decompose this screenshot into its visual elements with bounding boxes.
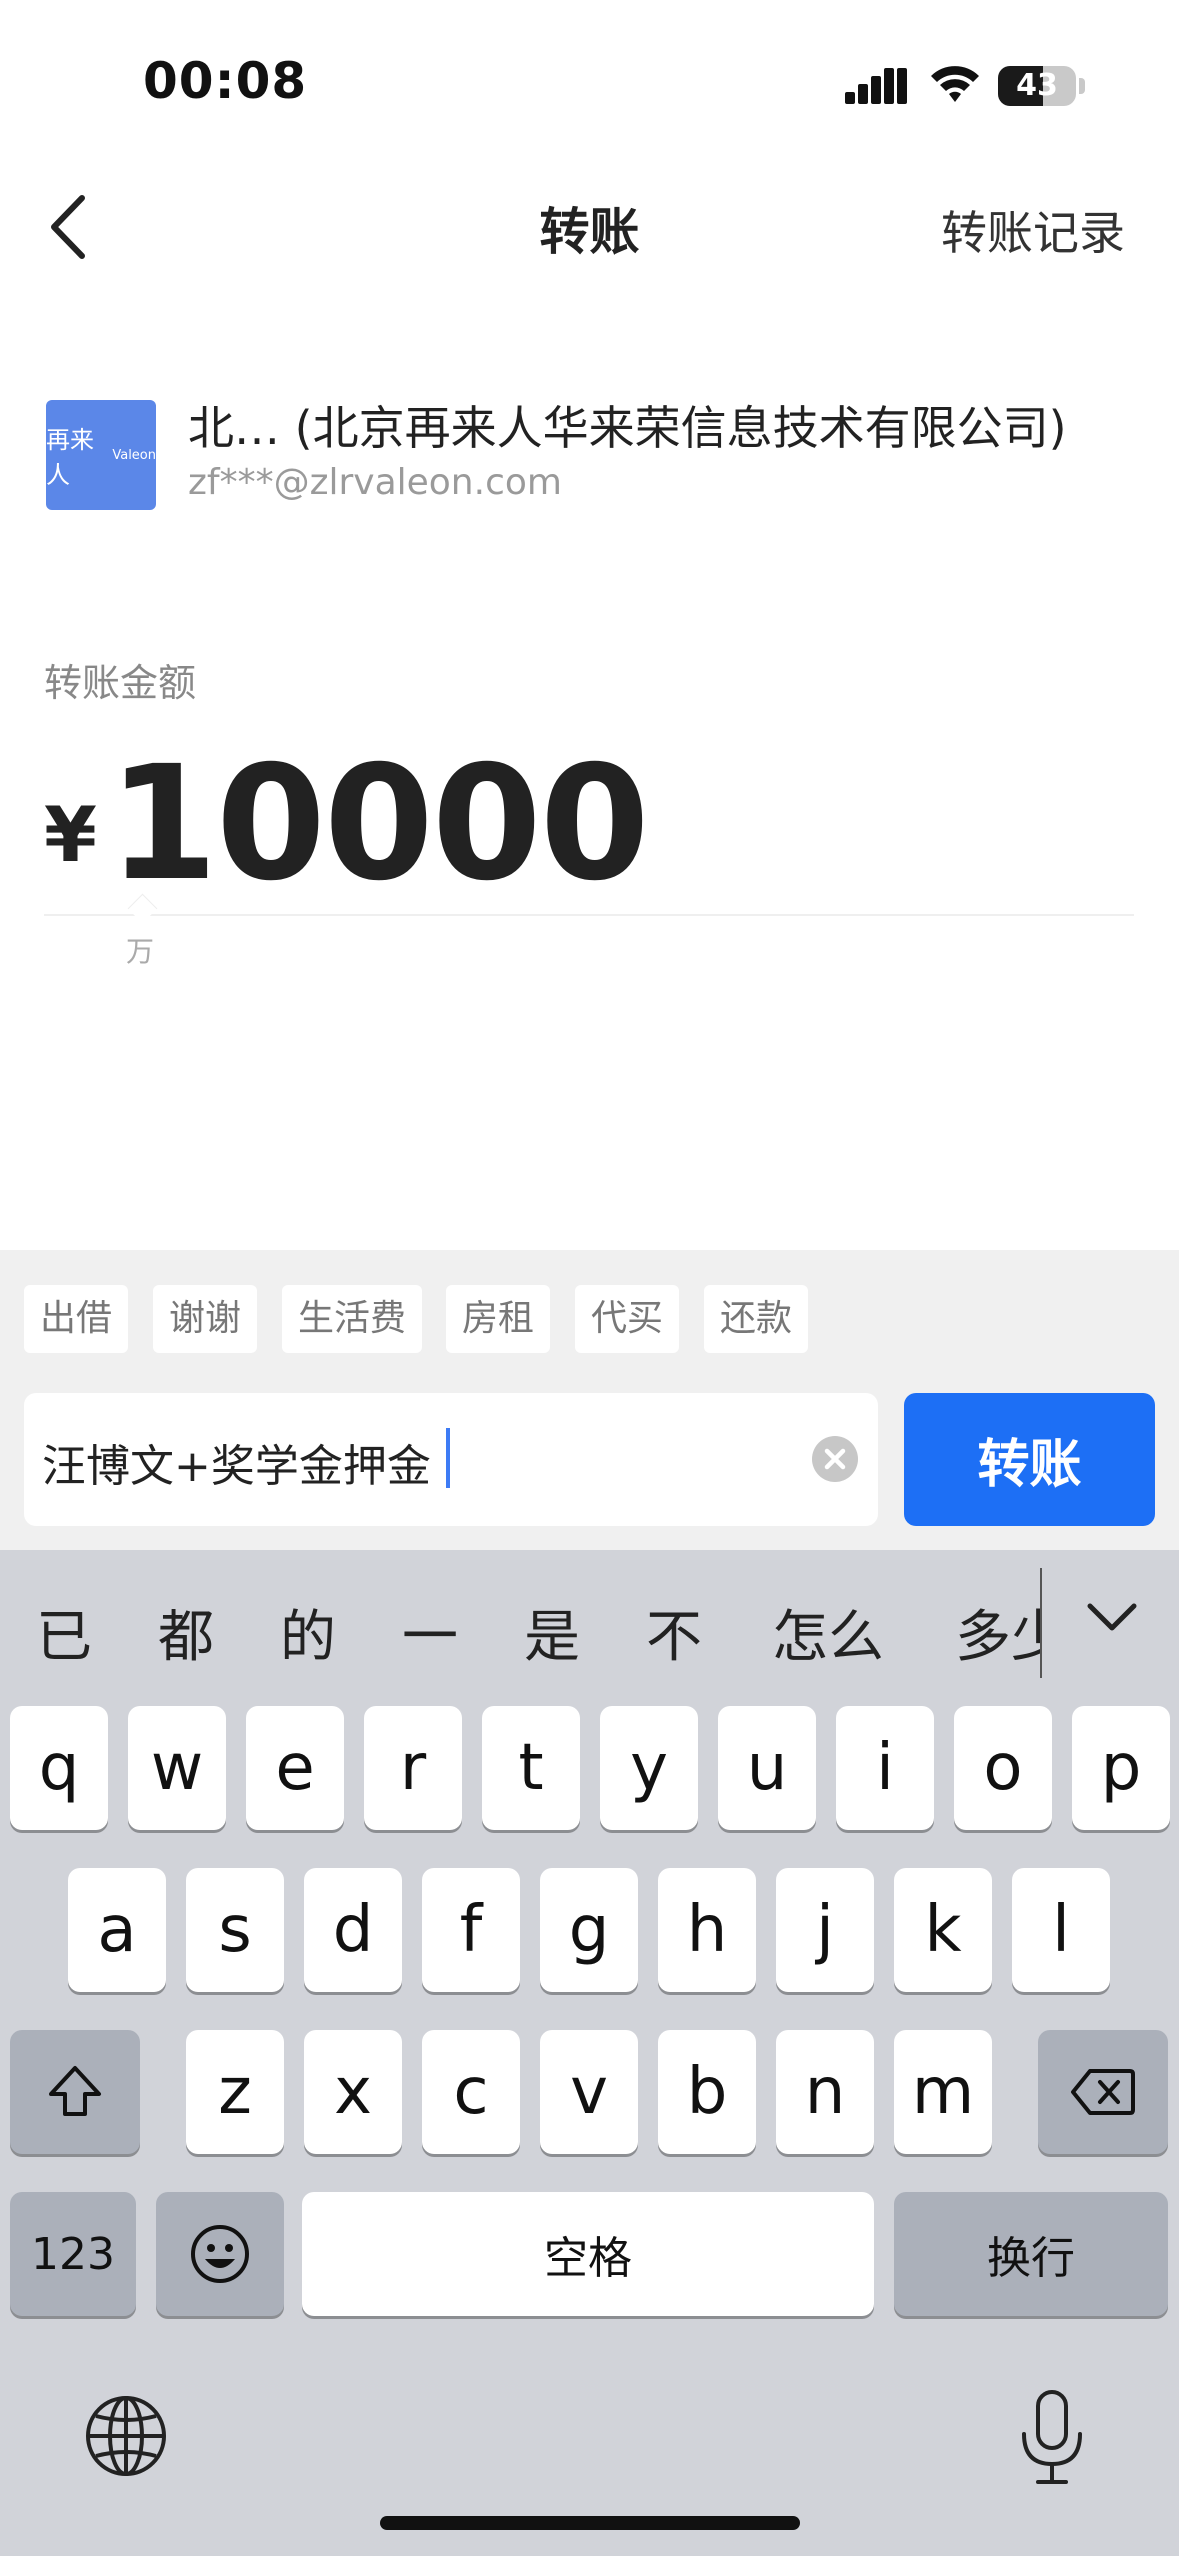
status-time: 00:08 xyxy=(143,52,308,110)
emoji-key[interactable] xyxy=(156,2192,284,2316)
key-b[interactable]: b xyxy=(658,2030,756,2154)
backspace-icon xyxy=(1071,2069,1135,2115)
amount-unit-hint: 万 xyxy=(126,935,155,968)
key-i[interactable]: i xyxy=(836,1706,934,1830)
key-o[interactable]: o xyxy=(954,1706,1052,1830)
remark-chip[interactable]: 谢谢 xyxy=(153,1285,258,1353)
key-k[interactable]: k xyxy=(894,1868,992,1992)
key-y[interactable]: y xyxy=(600,1706,698,1830)
battery-icon: 43 xyxy=(998,66,1076,106)
key-m[interactable]: m xyxy=(894,2030,992,2154)
remark-chip[interactable]: 生活费 xyxy=(282,1285,423,1353)
amount-underline xyxy=(44,914,1134,916)
candidate-word[interactable]: 一 xyxy=(402,1592,458,1673)
wifi-icon xyxy=(931,66,979,102)
remark-chip[interactable]: 还款 xyxy=(704,1285,809,1353)
battery-cap xyxy=(1079,78,1085,94)
remark-input-value: 汪博文+奖学金押金 xyxy=(42,1441,431,1492)
shift-arrow-icon xyxy=(49,2066,101,2116)
delete-key[interactable] xyxy=(1038,2030,1168,2154)
candidate-divider xyxy=(1040,1568,1042,1678)
cellular-signal-icon xyxy=(845,68,907,104)
currency-symbol: ¥ xyxy=(44,790,97,879)
candidate-word[interactable]: 的 xyxy=(280,1592,336,1673)
microphone-icon[interactable] xyxy=(1012,2388,1092,2488)
amount-input[interactable]: 10000 xyxy=(108,732,650,916)
key-j[interactable]: j xyxy=(776,1868,874,1992)
remark-chip[interactable]: 房租 xyxy=(446,1285,551,1353)
key-z[interactable]: z xyxy=(186,2030,284,2154)
shift-key[interactable] xyxy=(10,2030,140,2154)
clear-icon[interactable] xyxy=(812,1436,858,1482)
key-c[interactable]: c xyxy=(422,2030,520,2154)
avatar-text: 再来人 xyxy=(46,426,94,489)
key-s[interactable]: s xyxy=(186,1868,284,1992)
candidate-word[interactable]: 不 xyxy=(646,1592,702,1673)
payee-avatar: 再来人 Valeon xyxy=(46,400,156,510)
numbers-key[interactable]: 123 xyxy=(10,2192,136,2316)
key-d[interactable]: d xyxy=(304,1868,402,1992)
payee-account: zf***@zlrvaleon.com xyxy=(188,462,562,503)
key-q[interactable]: q xyxy=(10,1706,108,1830)
remark-chip[interactable]: 代买 xyxy=(575,1285,680,1353)
key-r[interactable]: r xyxy=(364,1706,462,1830)
candidate-word[interactable]: 多少 xyxy=(955,1592,1040,1673)
key-n[interactable]: n xyxy=(776,2030,874,2154)
payee-name: 北… (北京再来人华来荣信息技术有限公司) xyxy=(188,401,1067,455)
globe-icon[interactable] xyxy=(84,2394,168,2478)
avatar-sup-text: Valeon xyxy=(112,447,156,463)
home-indicator xyxy=(380,2516,800,2530)
candidate-word[interactable]: 是 xyxy=(524,1592,580,1673)
transfer-history-link[interactable]: 转账记录 xyxy=(941,197,1125,263)
candidate-word[interactable]: 怎么 xyxy=(772,1592,884,1673)
return-key[interactable]: 换行 xyxy=(894,2192,1168,2316)
candidate-word[interactable]: 已 xyxy=(36,1592,92,1673)
key-t[interactable]: t xyxy=(482,1706,580,1830)
key-a[interactable]: a xyxy=(68,1868,166,1992)
candidate-word[interactable]: 都 xyxy=(158,1592,214,1673)
space-key[interactable]: 空格 xyxy=(302,2192,874,2316)
key-p[interactable]: p xyxy=(1072,1706,1170,1830)
emoji-icon xyxy=(191,2225,249,2283)
battery-level: 43 xyxy=(1016,68,1058,103)
transfer-button[interactable]: 转账 xyxy=(904,1393,1155,1526)
key-u[interactable]: u xyxy=(718,1706,816,1830)
key-x[interactable]: x xyxy=(304,2030,402,2154)
key-f[interactable]: f xyxy=(422,1868,520,1992)
key-e[interactable]: e xyxy=(246,1706,344,1830)
key-l[interactable]: l xyxy=(1012,1868,1110,1992)
key-v[interactable]: v xyxy=(540,2030,638,2154)
key-g[interactable]: g xyxy=(540,1868,638,1992)
key-w[interactable]: w xyxy=(128,1706,226,1830)
amount-label: 转账金额 xyxy=(44,661,197,705)
text-cursor xyxy=(446,1428,450,1488)
key-h[interactable]: h xyxy=(658,1868,756,1992)
chevron-down-icon[interactable] xyxy=(1082,1592,1142,1642)
remark-chip[interactable]: 出借 xyxy=(24,1285,129,1353)
